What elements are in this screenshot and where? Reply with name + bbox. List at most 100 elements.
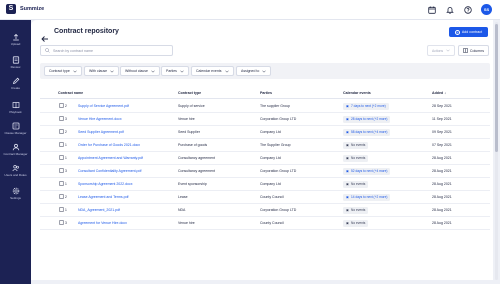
sidebar-item-upload[interactable]: Upload bbox=[0, 32, 31, 46]
contract-name-link[interactable]: Supply of Service Agreement.pdf bbox=[78, 104, 129, 108]
version-number: 2 bbox=[65, 103, 67, 108]
calendar-event-text: No events bbox=[351, 156, 366, 161]
document-icon bbox=[59, 103, 64, 108]
sidebar-item-create[interactable]: Create bbox=[0, 76, 31, 90]
filter-assigned-to[interactable]: Assigned to bbox=[236, 66, 272, 76]
filter-without-clause[interactable]: Without clause bbox=[120, 66, 160, 76]
filter-parties[interactable]: Parties bbox=[161, 66, 189, 76]
header-parties[interactable]: Parties bbox=[260, 91, 272, 95]
version-number: 2 bbox=[65, 129, 67, 134]
table-row[interactable]: 3 Agreement for Venue Hire.docx Venue hi… bbox=[40, 217, 490, 230]
calendar-event-badge[interactable]: ▣ 14 days to next (+2 more) bbox=[343, 194, 391, 201]
filter-label: With clause bbox=[89, 69, 108, 73]
playbook-icon bbox=[11, 100, 20, 109]
document-icon bbox=[59, 207, 64, 212]
sidebar-item-label: Playbook bbox=[9, 110, 22, 114]
contract-name-link[interactable]: Consultant Confidentiality Agreement.pdf bbox=[78, 169, 141, 173]
party: County Council bbox=[260, 221, 284, 225]
table-row[interactable]: 2 Supply of Service Agreement.pdf Supply… bbox=[40, 100, 490, 113]
contract-name-link[interactable]: Sponsorship Agreement 2022.docx bbox=[78, 182, 132, 186]
contract-name-link[interactable]: Seed Supplier Agreement.pdf bbox=[78, 130, 124, 134]
gear-icon bbox=[11, 186, 20, 195]
contract-name-link[interactable]: Appointment Agreement and Warranty.pdf bbox=[78, 156, 143, 160]
table-row[interactable]: 2 Lease Agreement and Terms.pdf Lease Co… bbox=[40, 191, 490, 204]
actions-dropdown[interactable]: Actions bbox=[427, 45, 455, 56]
calendar-event-badge: ▣ No events bbox=[343, 207, 369, 214]
search-input[interactable]: Search by contract name bbox=[40, 45, 173, 56]
party: The supplier Group bbox=[260, 104, 290, 108]
contract-type: Venue hire bbox=[178, 221, 195, 225]
calendar-icon: ▣ bbox=[346, 208, 350, 213]
version-badge: 1 bbox=[59, 207, 67, 212]
calendar-event-badge: ▣ No events bbox=[343, 181, 369, 188]
contract-type: Venue hire bbox=[178, 117, 195, 121]
calendar-event-badge[interactable]: ▣ 28 days to next (+2 more) bbox=[343, 116, 391, 123]
document-icon bbox=[59, 129, 64, 134]
contract-name-link[interactable]: Order for Purchase of Goods 2021.docx bbox=[78, 143, 140, 147]
table-row[interactable]: 1 Appointment Agreement and Warranty.pdf… bbox=[40, 152, 490, 165]
calendar-icon: ▣ bbox=[346, 130, 350, 135]
sidebar-item-contract-manager[interactable]: Contract Manager bbox=[0, 142, 31, 156]
contract-name-link[interactable]: Venue Hire Agreement.docx bbox=[78, 117, 122, 121]
added-date: 09 Sep 2021 bbox=[432, 130, 452, 134]
header-contract-type[interactable]: Contract type bbox=[178, 91, 201, 95]
contract-name-link[interactable]: Agreement for Venue Hire.docx bbox=[78, 221, 127, 225]
contract-type: Supply of service bbox=[178, 104, 205, 108]
calendar-event-text: 14 days to next (+2 more) bbox=[351, 195, 388, 200]
filter-with-clause[interactable]: With clause bbox=[84, 66, 120, 76]
filter-calendar-events[interactable]: Calendar events bbox=[191, 66, 234, 76]
help-icon[interactable] bbox=[463, 5, 472, 14]
header-added[interactable]: Added ↓ bbox=[432, 91, 446, 95]
version-badge: 2 bbox=[59, 129, 67, 134]
sidebar-item-label: Users and Roles bbox=[4, 173, 27, 177]
document-icon bbox=[59, 220, 64, 225]
table-row[interactable]: 2 Seed Supplier Agreement.pdf Seed Suppl… bbox=[40, 126, 490, 139]
filter-label: Parties bbox=[166, 69, 177, 73]
calendar-event-badge[interactable]: ▣ 52 days to next (+4 more) bbox=[343, 168, 391, 175]
contract-name-link[interactable]: Lease Agreement and Terms.pdf bbox=[78, 195, 129, 199]
sidebar-item-users[interactable]: Users and Roles bbox=[0, 163, 31, 177]
chevron-down-icon bbox=[224, 70, 229, 73]
sidebar-item-review[interactable]: Review bbox=[0, 55, 31, 69]
brand[interactable]: S Summize bbox=[6, 4, 44, 14]
chevron-down-icon bbox=[446, 49, 450, 52]
sidebar-item-settings[interactable]: Settings bbox=[0, 186, 31, 200]
back-arrow-icon[interactable] bbox=[41, 30, 49, 42]
sidebar-item-playbook[interactable]: Playbook bbox=[0, 100, 31, 114]
table-row[interactable]: 3 Venue Hire Agreement.docx Venue hire C… bbox=[40, 113, 490, 126]
document-icon bbox=[59, 168, 64, 173]
contract-type: Lease bbox=[178, 195, 188, 199]
calendar-event-text: 58 days to next (+4 more) bbox=[351, 130, 388, 135]
filter-label: Calendar events bbox=[196, 69, 222, 73]
added-date: 07 Sep 2021 bbox=[432, 143, 452, 147]
chevron-down-icon bbox=[151, 70, 155, 73]
sidebar-item-label: Clause Manager bbox=[4, 131, 27, 135]
added-date: 28 Aug 2021 bbox=[432, 182, 452, 186]
contract-name-link[interactable]: NDA_Agreement_2021.pdf bbox=[78, 208, 120, 212]
version-badge: 3 bbox=[59, 220, 67, 225]
summize-logo: S bbox=[6, 4, 16, 14]
table-row[interactable]: 1 NDA_Agreement_2021.pdf NDA Corporation… bbox=[40, 204, 490, 217]
calendar-icon[interactable] bbox=[427, 5, 436, 14]
calendar-event-badge[interactable]: ▣ 58 days to next (+4 more) bbox=[343, 129, 391, 136]
add-contract-button[interactable]: + Add contract bbox=[449, 27, 488, 37]
table-row[interactable]: 3 Consultant Confidentiality Agreement.p… bbox=[40, 165, 490, 178]
header-calendar-events[interactable]: Calendar events bbox=[343, 91, 371, 95]
calendar-event-badge[interactable]: ▣ 7 days to next (+2 more) bbox=[343, 103, 389, 110]
added-date: 28 Aug 2021 bbox=[432, 156, 452, 160]
columns-button[interactable]: Columns bbox=[458, 45, 489, 56]
sort-arrow-icon: ↓ bbox=[444, 91, 446, 95]
calendar-event-text: No events bbox=[351, 143, 366, 148]
scrollbar-thumb[interactable] bbox=[495, 24, 498, 152]
added-date: 28 Aug 2021 bbox=[432, 195, 452, 199]
page-title: Contract repository bbox=[54, 28, 119, 35]
filter-contract-type[interactable]: Contract type bbox=[44, 66, 82, 76]
bell-icon[interactable] bbox=[445, 5, 454, 14]
header-contract-name[interactable]: Contract name bbox=[58, 91, 83, 95]
contract-type: Seed Supplier bbox=[178, 130, 200, 134]
table-row[interactable]: 1 Order for Purchase of Goods 2021.docx … bbox=[40, 139, 490, 152]
sidebar-item-clause-manager[interactable]: Clause Manager bbox=[0, 121, 31, 135]
table-row[interactable]: 1 Sponsorship Agreement 2022.docx Event … bbox=[40, 178, 490, 191]
search-icon bbox=[45, 48, 50, 53]
user-avatar[interactable]: SS bbox=[481, 4, 492, 15]
